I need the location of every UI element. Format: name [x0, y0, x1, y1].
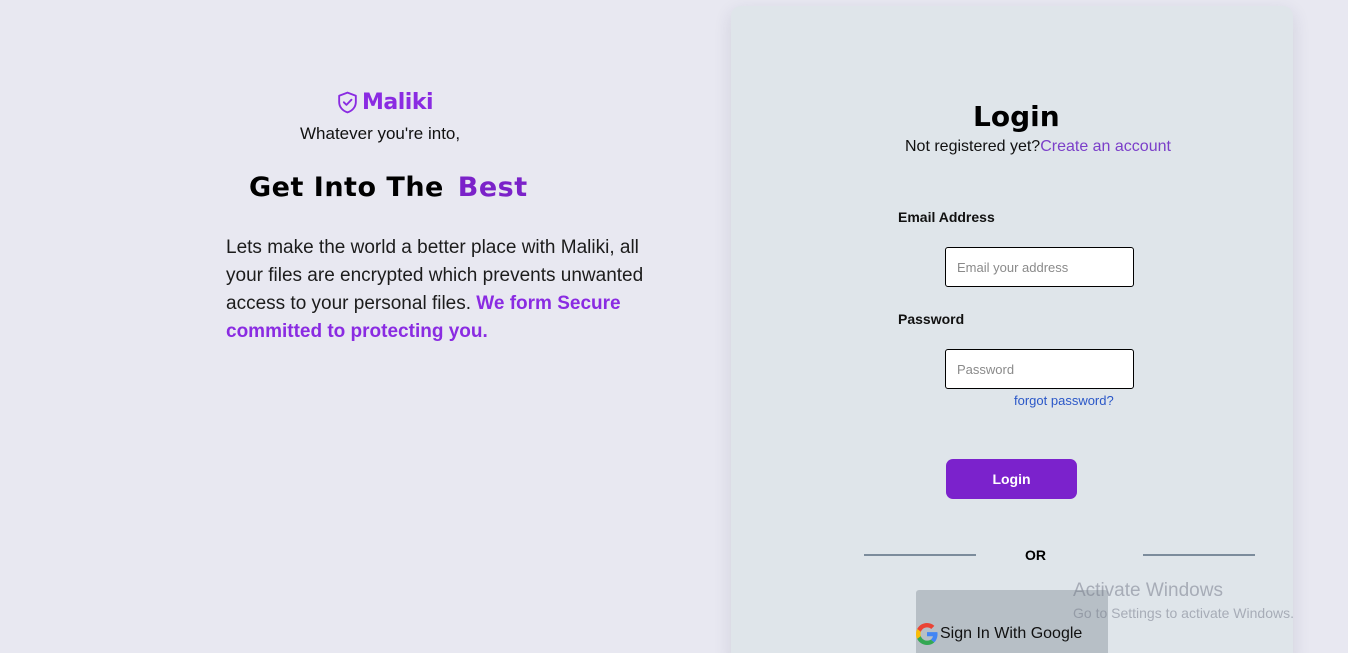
login-page: Maliki Whatever you're into, Get Into Th… [0, 0, 1348, 653]
headline: Get Into The Best [249, 172, 528, 203]
shield-check-icon [335, 90, 360, 115]
google-signin-button[interactable]: Sign In With Google [916, 590, 1108, 653]
tagline: Whatever you're into, [300, 124, 461, 143]
email-input[interactable] [945, 247, 1134, 287]
google-signin-label: Sign In With Google [940, 625, 1083, 642]
register-prompt: Not registered yet?Create an account [905, 138, 1171, 156]
google-signin-content: Sign In With Google [916, 623, 1082, 645]
password-input[interactable] [945, 349, 1134, 389]
brand-name: Maliki [362, 90, 434, 115]
divider-line-left [864, 554, 976, 556]
register-prompt-text: Not registered yet? [905, 138, 1041, 155]
hero-description: Lets make the world a better place with … [226, 234, 676, 346]
headline-text: Get Into The [249, 172, 444, 203]
email-label: Email Address [898, 209, 995, 225]
create-account-link[interactable]: Create an account [1040, 138, 1171, 155]
headline-accent: Best [457, 172, 528, 203]
login-title: Login [973, 100, 1060, 133]
divider-line-right [1143, 554, 1255, 556]
login-card: Login Not registered yet?Create an accou… [731, 6, 1293, 653]
login-button[interactable]: Login [946, 459, 1077, 499]
or-divider-text: OR [1025, 547, 1046, 563]
brand[interactable]: Maliki [335, 90, 434, 115]
google-g-icon [916, 623, 938, 645]
password-label: Password [898, 311, 965, 327]
forgot-password-link[interactable]: forgot password? [1014, 393, 1114, 408]
